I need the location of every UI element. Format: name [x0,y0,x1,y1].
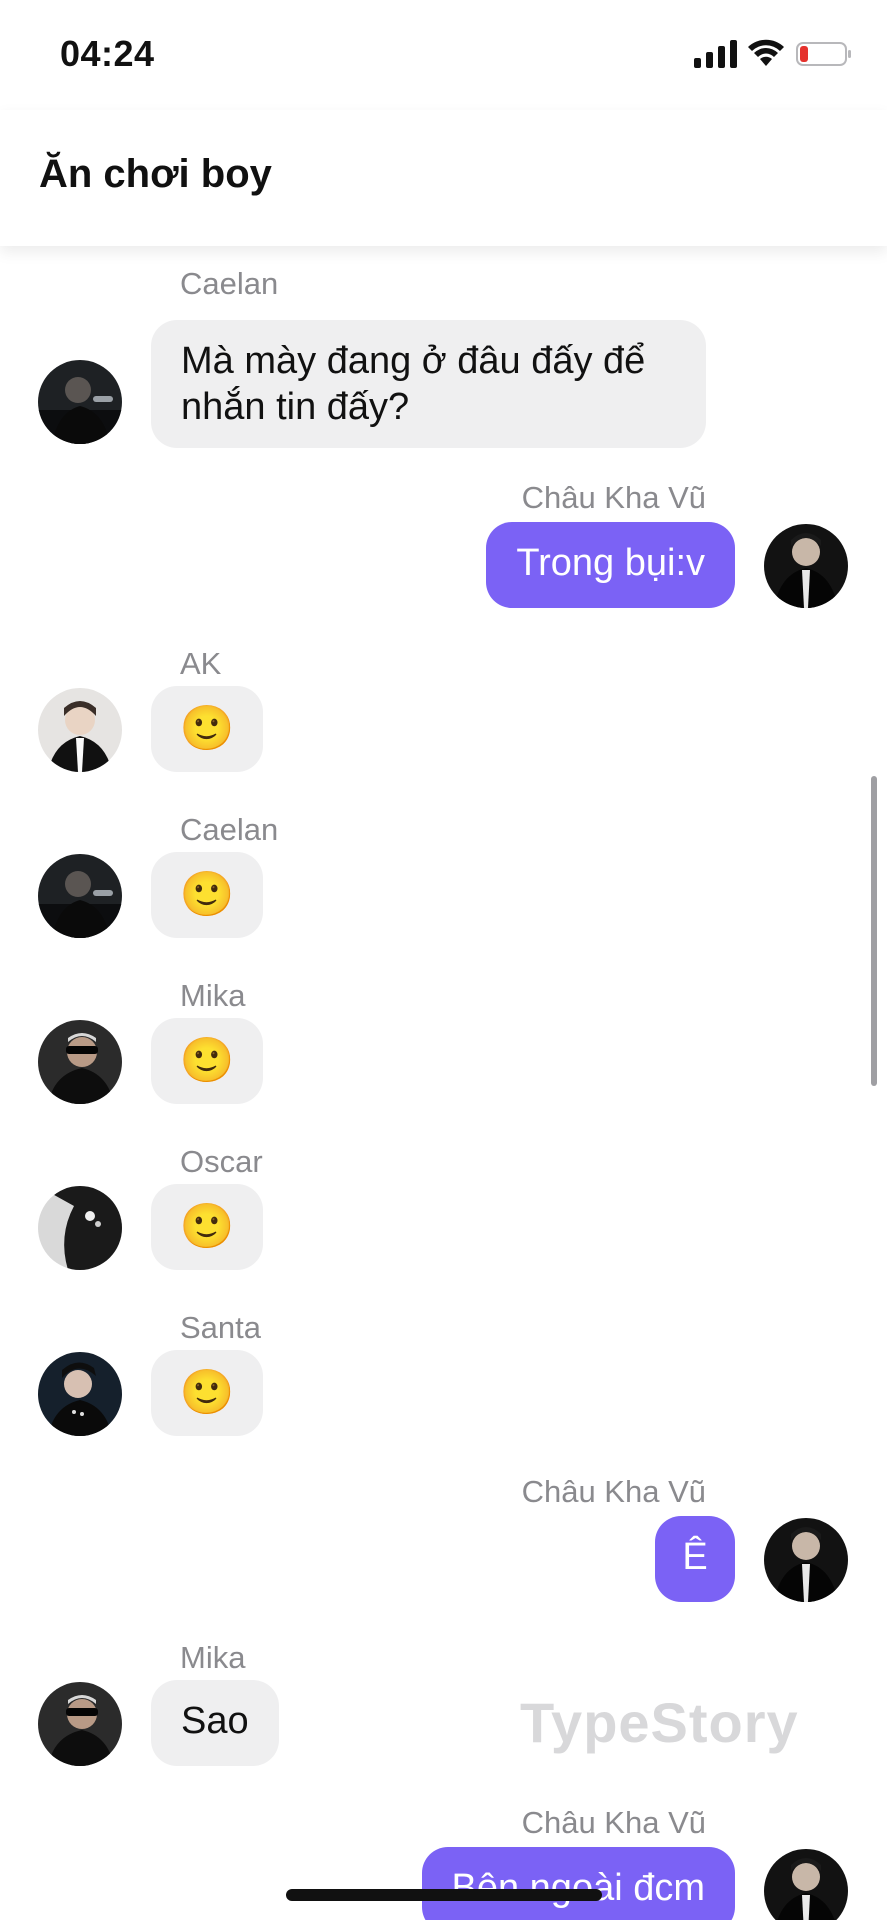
message-bubble[interactable]: Mà mày đang ở đâu đấy để nhắn tin đấy? [151,320,706,448]
message-list[interactable]: Caelan Mà mày đang ở đâu đấy để nhắn tin… [0,246,887,1920]
status-time: 04:24 [60,33,155,74]
sender-name: Châu Kha Vũ [521,480,706,515]
watermark: TypeStory [520,1691,799,1754]
message-bubble[interactable]: Sao [151,1680,279,1766]
avatar-mika[interactable] [38,1682,122,1766]
message-bubble[interactable]: 🙂 [151,1018,263,1104]
message-bubble[interactable]: Bên ngoài đcm [421,1847,735,1920]
status-bar: 04:24 [0,0,887,110]
avatar-chau-kha-vu[interactable] [764,524,848,608]
avatar-oscar[interactable] [38,1186,122,1270]
message-bubble[interactable]: 🙂 [151,1350,263,1436]
avatar-caelan[interactable] [38,854,122,938]
avatar-santa[interactable] [38,1352,122,1436]
message-bubble[interactable]: 🙂 [151,852,263,938]
message-bubble[interactable]: 🙂 [151,1184,263,1270]
sender-name: Caelan [180,812,279,847]
message-bubble[interactable]: Ê [655,1516,735,1602]
sender-name: Châu Kha Vũ [521,1805,706,1840]
wifi-icon [748,39,784,66]
sender-name: Oscar [180,1144,263,1179]
sender-name: Mika [180,1640,246,1675]
sender-name: AK [180,646,222,681]
battery-low-icon [796,42,851,66]
signal-icon [694,40,737,68]
sender-name: Caelan [180,266,279,301]
scrollbar[interactable] [871,776,877,1086]
sender-name: Mika [180,978,246,1013]
avatar-chau-kha-vu[interactable] [764,1849,848,1920]
sender-name: Santa [180,1310,262,1345]
avatar-mika[interactable] [38,1020,122,1104]
avatar-caelan[interactable] [38,360,122,444]
message-bubble[interactable]: Trong bụi:v [486,522,735,608]
home-indicator[interactable] [286,1889,602,1901]
avatar-ak[interactable] [38,688,122,772]
avatar-chau-kha-vu[interactable] [764,1518,848,1602]
chat-title: Ăn chơi boy [39,152,272,196]
chat-header: Ăn chơi boy [0,110,887,246]
sender-name: Châu Kha Vũ [521,1474,706,1509]
message-bubble[interactable]: 🙂 [151,686,263,772]
